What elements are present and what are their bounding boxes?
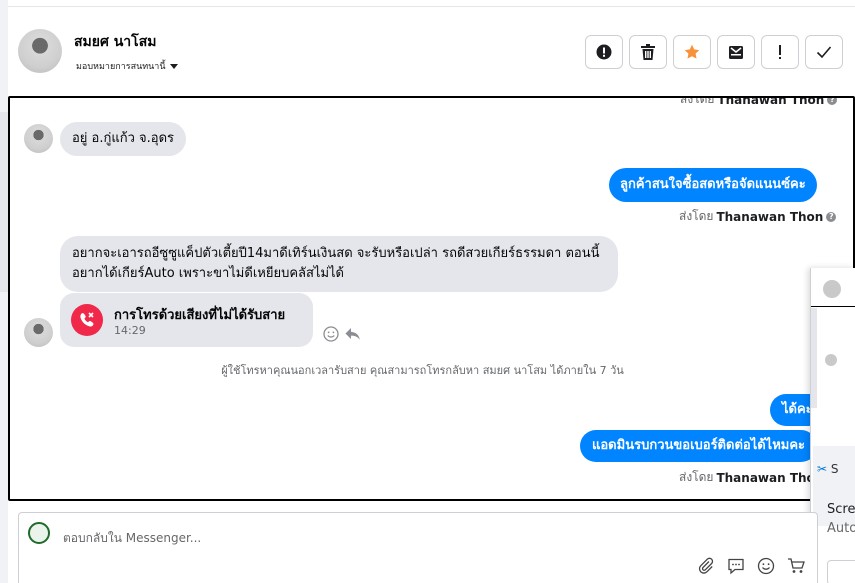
scissors-icon: ✂ xyxy=(817,462,828,476)
delete-button[interactable] xyxy=(629,35,667,69)
snip-text: S xyxy=(830,462,839,476)
top-divider xyxy=(8,6,855,7)
reply-icon[interactable] xyxy=(345,327,361,341)
follow-up-button[interactable] xyxy=(761,35,799,69)
caret-down-icon xyxy=(169,63,178,69)
contact-avatar[interactable] xyxy=(18,29,62,73)
info-icon[interactable]: ? xyxy=(827,98,838,105)
sender-name: Thanawan Thon xyxy=(716,209,824,224)
star-button[interactable] xyxy=(673,35,711,69)
sender-name: Thanawan Thon xyxy=(716,470,824,485)
alert-circle-icon xyxy=(596,44,612,60)
product-icon[interactable] xyxy=(787,557,805,575)
divider xyxy=(811,306,855,307)
reply-input[interactable]: ตอบกลับใน Messenger... xyxy=(63,529,201,548)
sent-by-label: ส่งโดย Thanawan Thon ? xyxy=(679,207,837,226)
missed-call-icon xyxy=(71,304,103,336)
snip-tool-label[interactable]: ✂ S xyxy=(817,462,839,476)
check-icon xyxy=(816,46,832,59)
exclamation-icon xyxy=(779,45,781,59)
outgoing-message[interactable]: ลูกค้าสนใจซื้อสดหรือจัดแนนซ์คะ xyxy=(609,168,817,202)
avatar xyxy=(825,354,837,366)
scroll-thumb[interactable] xyxy=(0,112,8,292)
info-icon[interactable]: ? xyxy=(826,211,837,222)
conversation-toolbar xyxy=(585,35,843,69)
composer-tools xyxy=(697,557,805,575)
star-icon xyxy=(684,44,700,59)
missed-call-time: 14:29 xyxy=(114,324,146,337)
sender-name: Thanawan Thon xyxy=(717,96,825,107)
react-emoji-icon[interactable] xyxy=(323,326,339,342)
attachment-icon[interactable] xyxy=(697,557,715,575)
assign-conversation-dropdown[interactable]: มอบหมายการสนทนานี้ xyxy=(76,59,178,73)
incoming-message[interactable]: อยากจะเอารถอีซูซูแค็ปตัวเตี้ยปี14มาดีเทิ… xyxy=(60,236,618,292)
notice-line-2: Auto xyxy=(827,521,855,536)
system-message: ผู้ใช้โทรหาคุณนอกเวลารับสาย คุณสามารถโทร… xyxy=(221,364,624,377)
sent-by-label: ส่งโดย Thanawan Thon ? xyxy=(680,96,838,109)
missed-call-card[interactable]: การโทรด้วยเสียงที่ไม่ได้รับสาย 14:29 xyxy=(60,293,313,347)
alert-button[interactable] xyxy=(585,35,623,69)
mark-inbox-icon xyxy=(729,46,743,59)
incoming-message[interactable]: อยู่ อ.กู่แก้ว จ.อุดร xyxy=(60,122,187,156)
avatar xyxy=(823,280,841,298)
screenshot-notice: Scree Auto xyxy=(827,500,855,538)
sent-by-prefix: ส่งโดย xyxy=(679,209,714,223)
sent-by-label: ส่งโดย Thanawan Thon xyxy=(679,468,823,487)
page-logo xyxy=(28,522,50,544)
move-to-inbox-button[interactable] xyxy=(717,35,755,69)
sent-by-prefix: ส่งโดย xyxy=(680,96,715,106)
message-actions xyxy=(323,326,361,342)
mark-done-button[interactable] xyxy=(805,35,843,69)
left-scroll-strip xyxy=(0,0,8,583)
notice-button[interactable] xyxy=(827,560,855,583)
notice-line-1: Scree xyxy=(827,502,855,517)
chat-thread[interactable]: ส่งโดย Thanawan Thon ? อยู่ อ.กู่แก้ว จ.… xyxy=(8,96,855,501)
contact-avatar-small[interactable] xyxy=(24,124,53,153)
emoji-icon[interactable] xyxy=(757,557,775,575)
assign-label: มอบหมายการสนทนานี้ xyxy=(76,62,166,72)
missed-call-title: การโทรด้วยเสียงที่ไม่ได้รับสาย xyxy=(114,308,286,323)
reply-composer: ตอบกลับใน Messenger... xyxy=(18,512,818,583)
sent-by-prefix: ส่งโดย xyxy=(679,470,714,484)
contact-avatar-small[interactable] xyxy=(24,318,53,347)
saved-reply-icon[interactable] xyxy=(727,557,745,575)
outgoing-message[interactable]: แอดมินรบกวนขอเบอร์ติดต่อได้ไหมคะ xyxy=(580,430,818,462)
scrollbar[interactable] xyxy=(811,308,817,408)
trash-icon xyxy=(641,44,655,60)
contact-name[interactable]: สมยศ นาโสม xyxy=(74,31,156,53)
